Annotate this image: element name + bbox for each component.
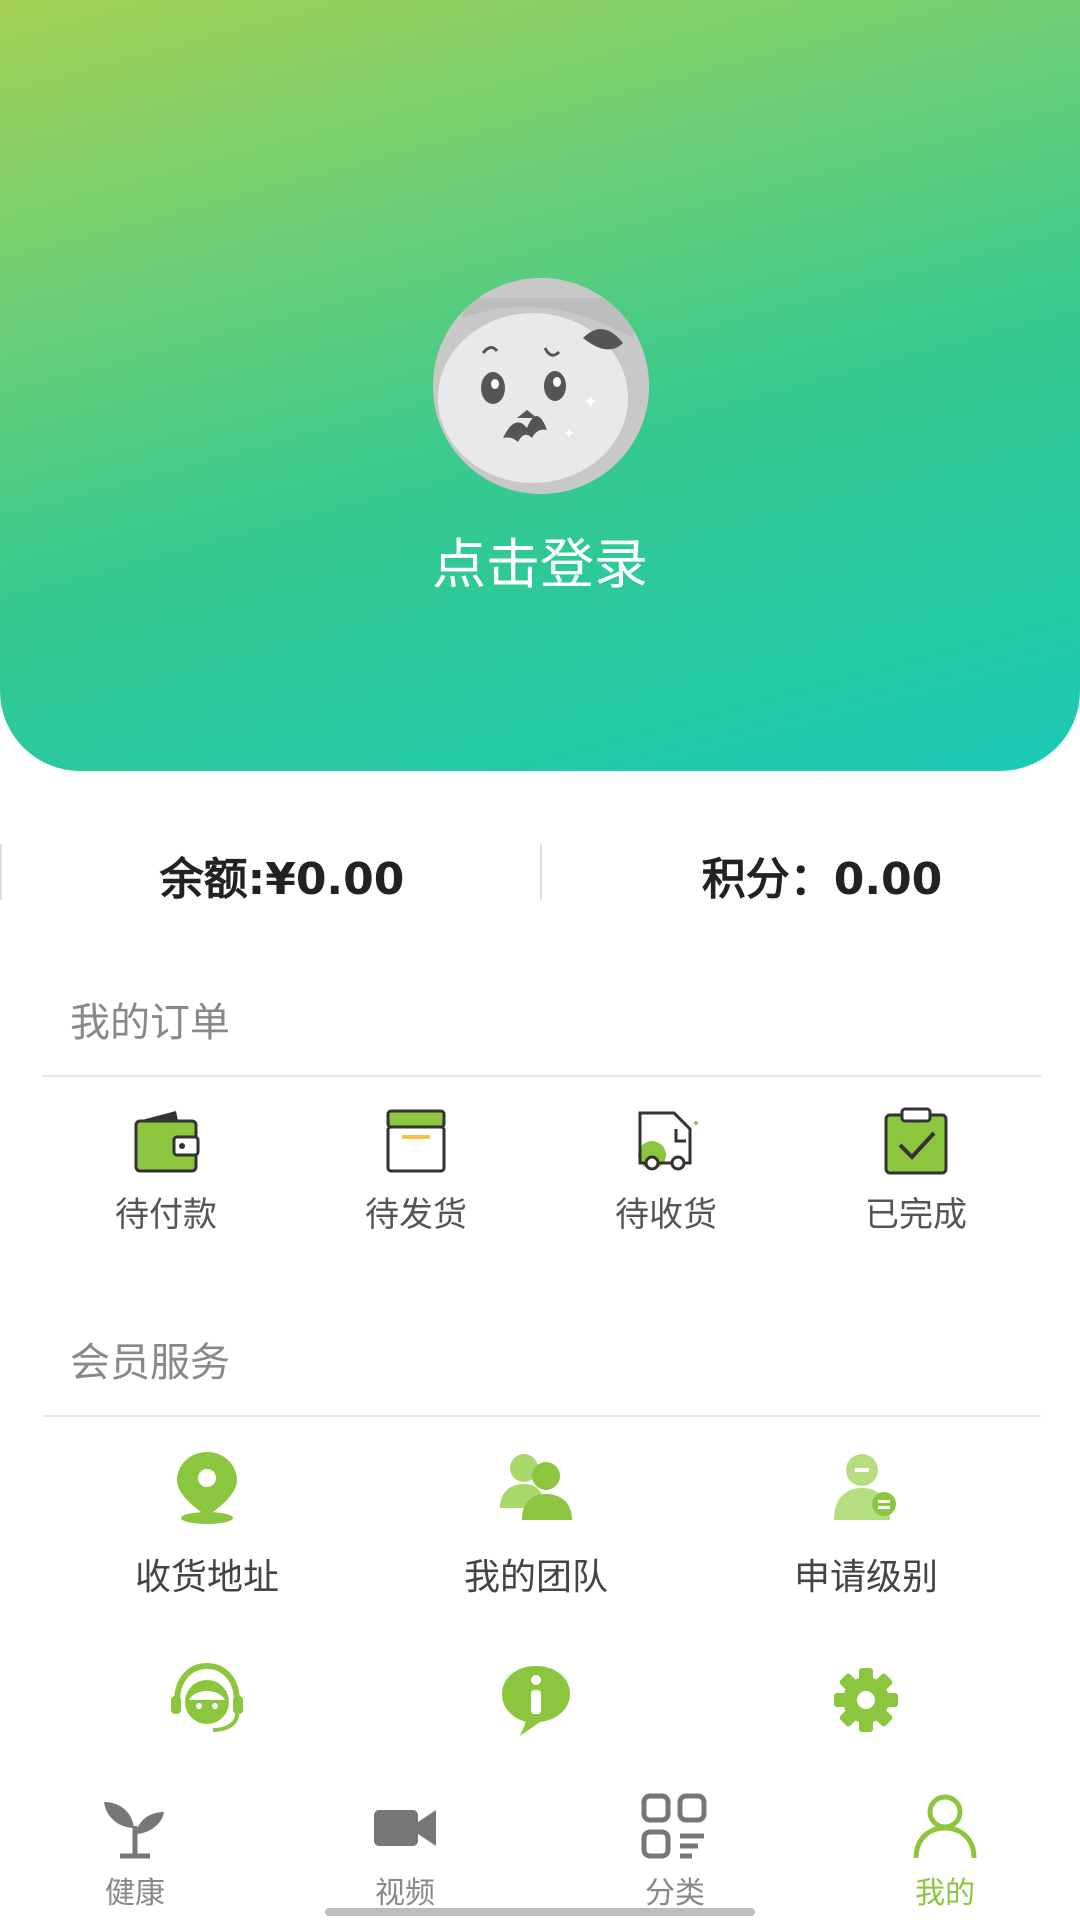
section-divider bbox=[42, 1415, 1041, 1417]
divider-line bbox=[540, 844, 542, 900]
login-prompt[interactable]: 点击登录 bbox=[0, 520, 1080, 599]
service-customer-support[interactable] bbox=[87, 1660, 327, 1740]
service-team[interactable]: 我的团队 bbox=[416, 1448, 656, 1600]
gear-icon bbox=[834, 1668, 898, 1732]
svg-text:✦: ✦ bbox=[563, 426, 575, 442]
tab-video[interactable]: 视频 bbox=[305, 1770, 505, 1912]
order-item-label: 待付款 bbox=[115, 1195, 217, 1235]
order-pending-receipt[interactable]: 待收货 bbox=[586, 1105, 746, 1236]
video-camera-icon bbox=[374, 1810, 436, 1846]
services-section-title: 会员服务 bbox=[70, 1340, 230, 1386]
sprout-icon bbox=[104, 1802, 164, 1859]
grid-category-icon bbox=[641, 1793, 707, 1859]
tab-health[interactable]: 健康 bbox=[35, 1770, 235, 1912]
profile-header: ✦ ✦ 点击登录 bbox=[0, 0, 1080, 771]
user-icon bbox=[913, 1794, 977, 1859]
service-info[interactable] bbox=[416, 1660, 656, 1740]
avatar-image: ✦ ✦ bbox=[433, 278, 649, 494]
order-item-label: 待收货 bbox=[615, 1195, 717, 1235]
wallet-icon bbox=[134, 1111, 200, 1173]
divider-line bbox=[0, 844, 2, 900]
box-icon bbox=[386, 1109, 446, 1173]
balance-label[interactable]: 余额:¥0.00 bbox=[12, 840, 552, 920]
tab-label: 健康 bbox=[105, 1876, 165, 1911]
section-divider bbox=[42, 1075, 1041, 1077]
service-address[interactable]: 收货地址 bbox=[87, 1448, 327, 1600]
service-label: 我的团队 bbox=[463, 1557, 608, 1598]
truck-icon bbox=[638, 1111, 698, 1171]
customer-service-icon bbox=[171, 1662, 243, 1732]
order-item-label: 已完成 bbox=[865, 1195, 967, 1235]
service-apply-level[interactable]: 申请级别 bbox=[746, 1448, 986, 1600]
location-pin-icon bbox=[177, 1452, 237, 1524]
order-completed[interactable]: 已完成 bbox=[836, 1105, 996, 1236]
tab-mine[interactable]: 我的 bbox=[845, 1770, 1045, 1912]
service-settings[interactable] bbox=[746, 1660, 986, 1740]
balance-row: 余额:¥0.00 积分：0.00 bbox=[0, 840, 1080, 920]
avatar[interactable]: ✦ ✦ bbox=[433, 278, 649, 494]
order-pending-payment[interactable]: 待付款 bbox=[86, 1105, 246, 1236]
service-label: 申请级别 bbox=[793, 1557, 938, 1598]
team-icon bbox=[500, 1454, 572, 1520]
clipboard-check-icon bbox=[884, 1107, 948, 1175]
points-label[interactable]: 积分：0.00 bbox=[552, 840, 1080, 920]
info-bubble-icon bbox=[502, 1666, 570, 1736]
home-indicator[interactable] bbox=[325, 1908, 755, 1916]
bottom-tab-bar: 健康 视频 分类 我的 bbox=[0, 1770, 1080, 1920]
order-pending-shipment[interactable]: 待发货 bbox=[336, 1105, 496, 1236]
svg-text:✦: ✦ bbox=[583, 392, 598, 413]
tab-category[interactable]: 分类 bbox=[575, 1770, 775, 1912]
tab-label: 我的 bbox=[915, 1876, 975, 1911]
orders-section-title: 我的订单 bbox=[70, 1000, 230, 1046]
user-badge-icon bbox=[834, 1454, 896, 1520]
tab-label: 视频 bbox=[375, 1876, 435, 1911]
service-label: 收货地址 bbox=[134, 1557, 279, 1598]
tab-label: 分类 bbox=[645, 1876, 705, 1911]
order-item-label: 待发货 bbox=[365, 1195, 467, 1235]
